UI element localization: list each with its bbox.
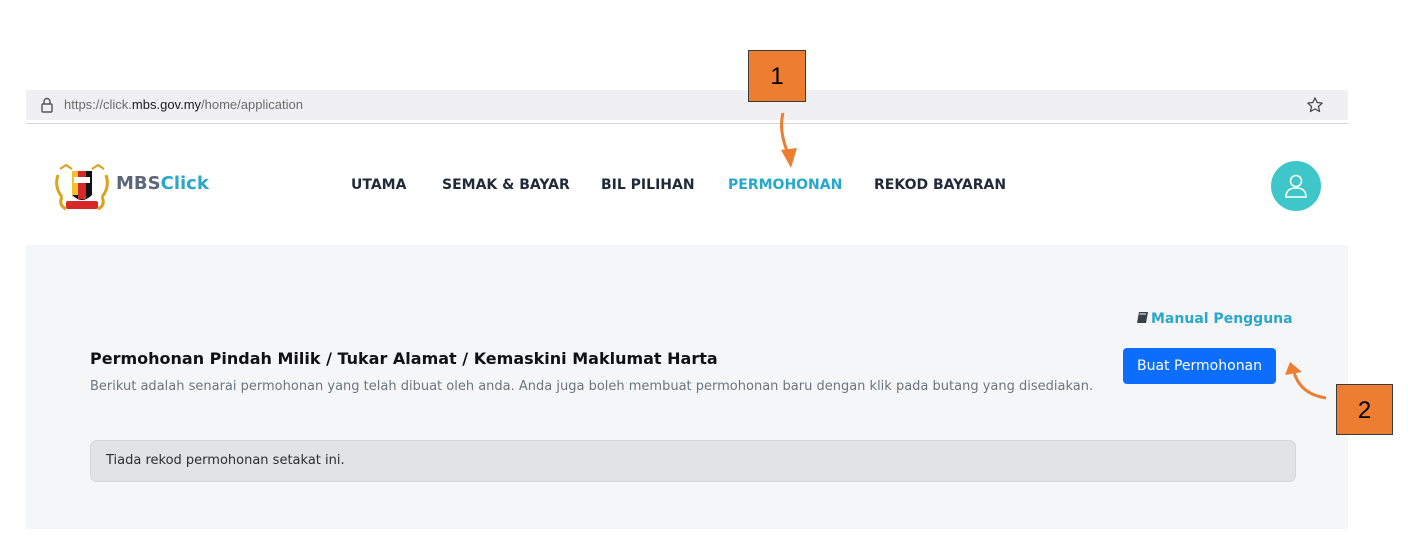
brand-name[interactable]: MBSClick — [116, 173, 209, 194]
empty-records-alert: Tiada rekod permohonan setakat ini. — [90, 440, 1296, 482]
nav-item-bil-pilihan[interactable]: BIL PILIHAN — [601, 177, 695, 193]
nav-item-semak-bayar[interactable]: SEMAK & BAYAR — [442, 177, 570, 193]
main-content: Manual Pengguna Permohonan Pindah Milik … — [26, 245, 1348, 529]
nav-item-rekod-bayaran[interactable]: REKOD BAYARAN — [874, 177, 1006, 193]
user-icon — [1285, 174, 1307, 198]
page-title: Permohonan Pindah Milik / Tukar Alamat /… — [90, 349, 718, 368]
book-icon — [1137, 312, 1148, 323]
page-description: Berikut adalah senarai permohonan yang t… — [90, 379, 1094, 394]
empty-records-message: Tiada rekod permohonan setakat ini. — [106, 453, 345, 468]
lock-icon — [41, 97, 53, 113]
nav-item-permohonan[interactable]: PERMOHONAN — [728, 177, 842, 193]
user-avatar-button[interactable] — [1271, 161, 1321, 211]
buat-permohonan-button[interactable]: Buat Permohonan — [1123, 348, 1276, 384]
browser-address-bar[interactable]: https://click.mbs.gov.my/home/applicatio… — [26, 90, 1348, 120]
nav-item-utama[interactable]: UTAMA — [351, 177, 406, 193]
bookmark-star-icon[interactable] — [1306, 96, 1324, 114]
mbs-crest-icon[interactable] — [52, 161, 112, 213]
address-url[interactable]: https://click.mbs.gov.my/home/applicatio… — [64, 97, 303, 112]
annotation-callout-1: 1 — [748, 50, 806, 102]
site-header: MBSClick UTAMA SEMAK & BAYAR BIL PILIHAN… — [26, 125, 1348, 245]
manual-pengguna-link[interactable]: Manual Pengguna — [1136, 311, 1293, 327]
address-bar-divider — [26, 123, 1348, 124]
annotation-callout-2: 2 — [1336, 384, 1393, 435]
